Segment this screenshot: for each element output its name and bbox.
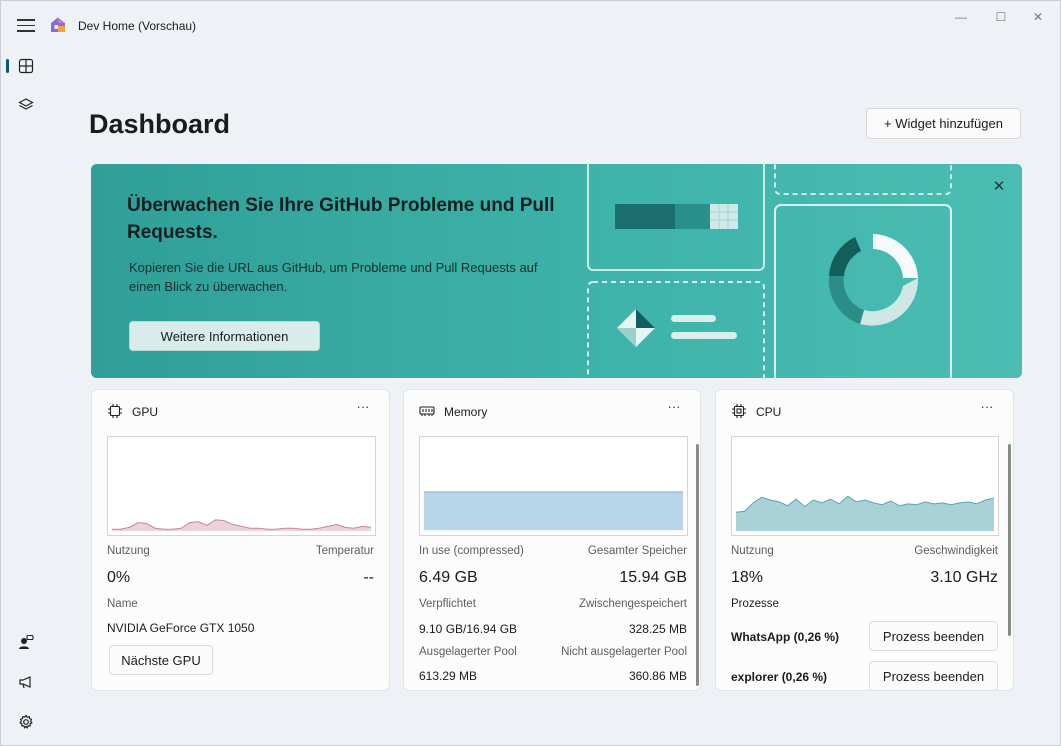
- gpu-temp-value: --: [363, 569, 374, 586]
- memory-cached-value: 328.25 MB: [628, 622, 687, 636]
- cpu-more-options-icon[interactable]: ···: [975, 399, 999, 419]
- account-icon: [19, 634, 34, 649]
- cpu-widget-scrollbar[interactable]: [1008, 444, 1011, 636]
- dev-home-logo: [51, 17, 65, 32]
- memory-cached-label: Zwischengespeichert: [578, 598, 687, 610]
- gpu-usage-chart: [107, 436, 376, 536]
- gpu-widget: GPU ··· Nutzung Temperatur 0% -- Name NV…: [91, 389, 390, 691]
- nav-settings[interactable]: [7, 706, 45, 738]
- cpu-widget-title: CPU: [756, 405, 782, 419]
- gpu-name-label: Name: [107, 598, 138, 610]
- gpu-widget-title: GPU: [132, 405, 159, 419]
- memory-widget-scrollbar[interactable]: [696, 444, 699, 686]
- title-bar: Dev Home (Vorschau) — ☐ ✕: [1, 1, 1060, 49]
- menu-hamburger-icon[interactable]: [15, 15, 37, 35]
- gpu-more-options-icon[interactable]: ···: [351, 399, 375, 419]
- github-promo-banner: Überwachen Sie Ihre GitHub Probleme und …: [91, 164, 1022, 378]
- gpu-name-value: NVIDIA GeForce GTX 1050: [107, 621, 255, 635]
- close-banner-icon[interactable]: ✕: [989, 176, 1009, 196]
- nav-account[interactable]: [7, 626, 45, 658]
- end-process-button[interactable]: Prozess beenden: [869, 661, 998, 690]
- memory-inuse-value: 6.49 GB: [419, 569, 478, 586]
- process-name: WhatsApp (0,26 %): [731, 630, 840, 644]
- memory-ram-icon: [419, 406, 435, 416]
- memory-committed-label: Verpflichtet: [419, 598, 476, 610]
- app-title: Dev Home (Vorschau): [78, 19, 197, 33]
- nav-dashboard[interactable]: [6, 50, 45, 82]
- add-widget-button[interactable]: + Widget hinzufügen: [866, 108, 1021, 139]
- memory-committed-value: 9.10 GB/16.94 GB: [419, 622, 518, 636]
- cpu-processes-label: Prozesse: [731, 598, 779, 610]
- dashboard-icon: [18, 58, 34, 74]
- memory-usage-chart: [419, 436, 688, 536]
- memory-paged-pool-label: Ausgelagerter Pool: [419, 646, 517, 658]
- next-gpu-button[interactable]: Nächste GPU: [109, 645, 213, 675]
- cpu-widget: CPU ··· Nutzung Geschwindigkeit 18% 3.10…: [715, 389, 1014, 691]
- banner-illustration: [587, 164, 952, 378]
- memory-nonpaged-pool-value: 360.86 MB: [628, 669, 687, 683]
- memory-total-value: 15.94 GB: [619, 569, 687, 586]
- cpu-chip-icon: [732, 404, 746, 418]
- memory-more-options-icon[interactable]: ···: [662, 399, 686, 419]
- memory-total-label: Gesamter Speicher: [587, 545, 687, 557]
- memory-usage-area: [423, 491, 684, 531]
- memory-inuse-label: In use (compressed): [419, 545, 524, 557]
- cpu-usage-label: Nutzung: [731, 545, 774, 557]
- feedback-megaphone-icon: [19, 676, 31, 689]
- cpu-usage-area: [735, 496, 995, 532]
- gpu-chip-icon: [108, 404, 122, 418]
- cpu-speed-label: Geschwindigkeit: [914, 545, 998, 557]
- banner-description: Kopieren Sie die URL aus GitHub, um Prob…: [129, 260, 538, 294]
- page-title: Dashboard: [89, 109, 231, 139]
- cpu-usage-chart: [731, 436, 999, 536]
- close-window-button[interactable]: ✕: [1015, 5, 1060, 29]
- gpu-usage-value: 0%: [107, 569, 131, 586]
- learn-more-button[interactable]: Weitere Informationen: [129, 321, 320, 351]
- app-window: Dev Home (Vorschau) — ☐ ✕ Dashboard + Wi…: [0, 0, 1061, 746]
- end-process-button[interactable]: Prozess beenden: [869, 621, 998, 651]
- memory-nonpaged-pool-label: Nicht ausgelagerter Pool: [561, 646, 687, 658]
- nav-machine-configuration[interactable]: [7, 89, 45, 121]
- process-name: explorer (0,26 %): [731, 670, 828, 684]
- cpu-speed-value: 3.10 GHz: [930, 569, 998, 586]
- memory-paged-pool-value: 613.29 MB: [419, 669, 478, 683]
- nav-feedback[interactable]: [7, 666, 45, 698]
- settings-gear-icon: [19, 714, 33, 729]
- banner-title: Überwachen Sie Ihre GitHub Probleme und …: [127, 195, 555, 243]
- gpu-temp-label: Temperatur: [315, 545, 374, 557]
- memory-widget-title: Memory: [444, 405, 488, 419]
- layers-icon: [18, 98, 34, 110]
- cpu-usage-value: 18%: [731, 569, 764, 586]
- memory-widget: Memory ··· In use (compressed) Gesamter …: [403, 389, 701, 691]
- gpu-usage-label: Nutzung: [107, 545, 150, 557]
